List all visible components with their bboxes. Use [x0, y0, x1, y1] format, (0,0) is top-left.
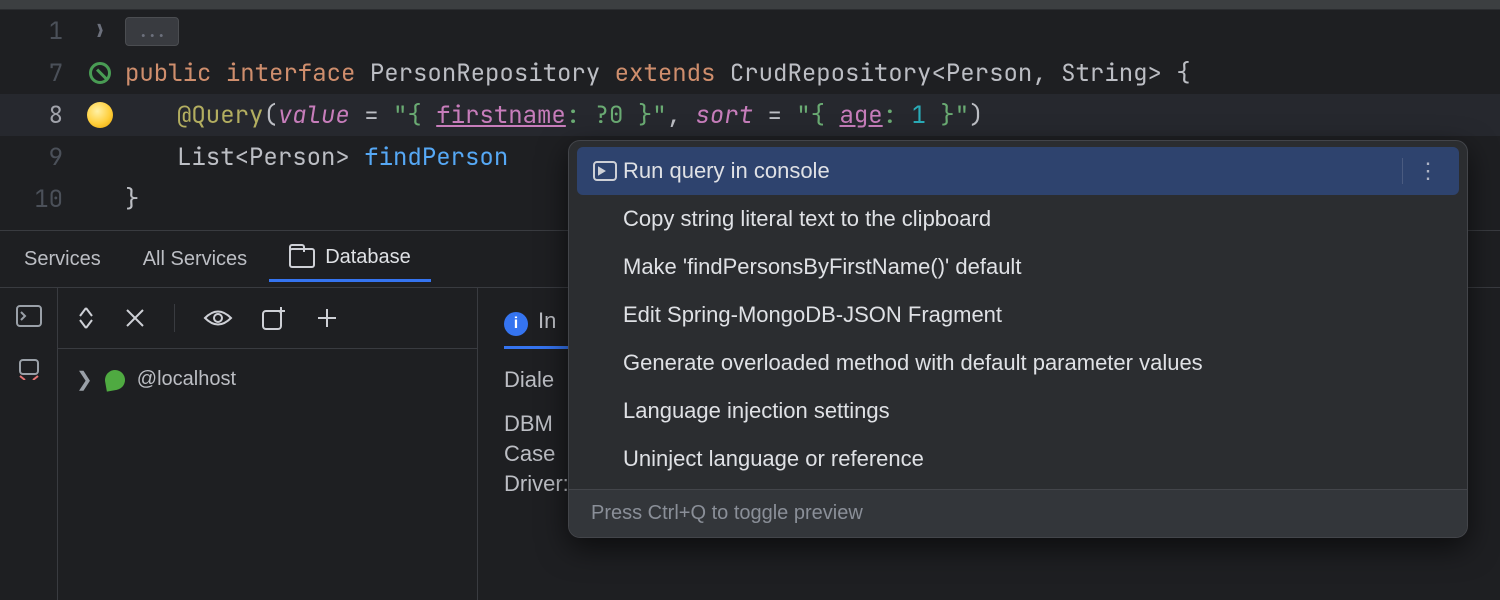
- intention-make-default[interactable]: Make 'findPersonsByFirstName()' default: [569, 243, 1467, 291]
- line-number: 7: [0, 58, 75, 89]
- expand-chevron-icon[interactable]: ❯: [76, 367, 93, 392]
- services-title[interactable]: Services: [4, 238, 121, 281]
- sort-icon[interactable]: [76, 306, 96, 330]
- popup-footer-hint: Press Ctrl+Q to toggle preview: [569, 489, 1467, 537]
- line-number: 1: [0, 16, 75, 47]
- type-name: CrudRepository: [730, 58, 932, 89]
- param-name: sort: [695, 100, 753, 131]
- left-tool-rail: [0, 288, 58, 600]
- intention-bulb-icon[interactable]: [87, 102, 113, 128]
- code-line-1[interactable]: 1 ❯ ...: [0, 10, 1500, 52]
- mongodb-icon: [103, 368, 126, 391]
- close-icon[interactable]: [124, 307, 146, 329]
- menu-item-label: Run query in console: [623, 158, 830, 184]
- services-tree-toolbar: [58, 296, 477, 349]
- datasource-label: @localhost: [137, 368, 236, 391]
- annotation: @Query: [177, 100, 263, 131]
- menu-item-label: Language injection settings: [623, 398, 890, 424]
- intention-edit-fragment[interactable]: Edit Spring-MongoDB-JSON Fragment: [569, 291, 1467, 339]
- keyword: public: [125, 58, 211, 89]
- string-literal: :: [883, 100, 912, 131]
- injected-field[interactable]: firstname: [436, 100, 566, 131]
- info-tab-label[interactable]: In: [538, 308, 556, 333]
- type-param: String: [1061, 58, 1147, 89]
- add-icon[interactable]: [315, 306, 339, 330]
- keyword: extends: [615, 58, 716, 89]
- menu-item-label: Uninject language or reference: [623, 446, 924, 472]
- tab-database[interactable]: Database: [269, 236, 431, 282]
- line-number: 9: [0, 142, 75, 173]
- type-param: Person: [249, 142, 335, 173]
- intention-run-query[interactable]: Run query in console ⋮: [577, 147, 1459, 195]
- type-param: Person: [946, 58, 1032, 89]
- new-session-icon[interactable]: [261, 305, 287, 331]
- tab-label: Database: [325, 246, 411, 269]
- code-line-8[interactable]: 8 @Query(value = "{ firstname: ?0 }", so…: [0, 94, 1500, 136]
- type-name: List: [177, 142, 235, 173]
- param-name: value: [278, 100, 350, 131]
- menu-item-label: Copy string literal text to the clipboar…: [623, 206, 991, 232]
- no-entry-gutter-icon[interactable]: [89, 62, 111, 84]
- tab-all-services[interactable]: All Services: [123, 238, 267, 281]
- code-line-7[interactable]: 7 public interface PersonRepository exte…: [0, 52, 1500, 94]
- datasource-icon[interactable]: [17, 356, 41, 380]
- datasource-node[interactable]: ❯ @localhost: [58, 355, 477, 404]
- injected-field[interactable]: age: [839, 100, 882, 131]
- method-name: findPerson: [364, 142, 508, 173]
- folded-region[interactable]: ...: [125, 17, 179, 46]
- keyword: interface: [226, 58, 356, 89]
- type-name: PersonRepository: [370, 58, 600, 89]
- intention-injection-settings[interactable]: Language injection settings: [569, 387, 1467, 435]
- run-console-icon: [593, 161, 617, 181]
- menu-item-label: Generate overloaded method with default …: [623, 350, 1203, 376]
- eye-icon[interactable]: [203, 307, 233, 329]
- menu-item-label: Make 'findPersonsByFirstName()' default: [623, 254, 1021, 280]
- fold-chevron-icon[interactable]: ❯: [95, 20, 106, 43]
- intention-copy-literal[interactable]: Copy string literal text to the clipboar…: [569, 195, 1467, 243]
- line-number: 10: [0, 184, 75, 215]
- driver-row-label: Driver: [504, 471, 563, 496]
- brace: }: [125, 184, 139, 215]
- services-tree: ❯ @localhost: [58, 288, 478, 600]
- intention-uninject[interactable]: Uninject language or reference: [569, 435, 1467, 483]
- intention-generate-overload[interactable]: Generate overloaded method with default …: [569, 339, 1467, 387]
- intention-actions-popup: Run query in console ⋮ Copy string liter…: [568, 140, 1468, 538]
- line-number: 8: [0, 100, 75, 131]
- folder-icon: [289, 248, 315, 268]
- menu-item-label: Edit Spring-MongoDB-JSON Fragment: [623, 302, 1002, 328]
- info-icon: i: [504, 312, 528, 336]
- console-icon[interactable]: [15, 304, 43, 328]
- string-literal: "{: [393, 100, 436, 131]
- string-literal: }": [926, 100, 969, 131]
- number-literal: 1: [911, 100, 925, 131]
- window-top-bar: [0, 0, 1500, 10]
- string-literal: : ?0 }": [566, 100, 667, 131]
- more-actions-icon[interactable]: ⋮: [1402, 158, 1441, 184]
- string-literal: "{: [796, 100, 839, 131]
